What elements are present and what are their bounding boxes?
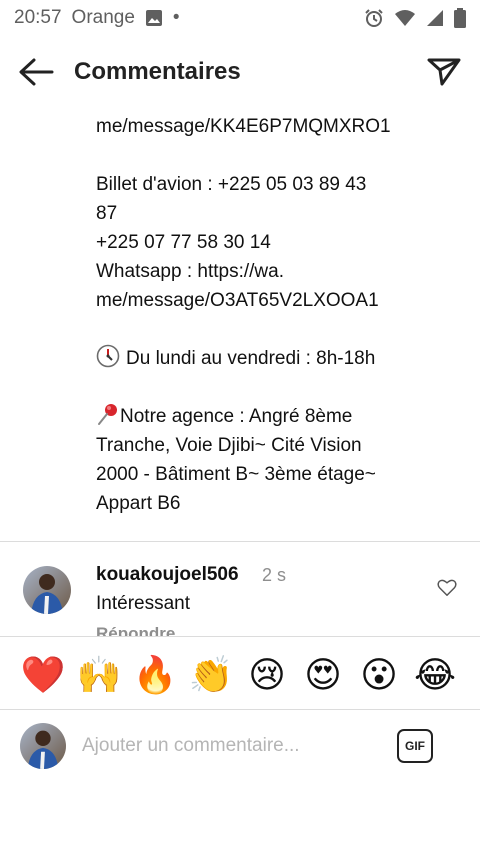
emoji-heart-button[interactable]: ❤️ (20, 652, 66, 698)
caption-line: Whatsapp : https://wa. (96, 261, 284, 282)
emoji-cry-button[interactable]: 😢 (244, 652, 290, 698)
reply-button[interactable]: Répondre (96, 624, 175, 636)
caption-line: 87 (96, 203, 118, 224)
avatar[interactable] (23, 566, 71, 614)
caption-hours-line: Du lundi au vendredi : 8h-18h (96, 344, 436, 373)
comment-text: Intéressant (96, 593, 190, 614)
caption-line: Appart B6 (96, 493, 181, 514)
status-bar: 20:57 Orange • (0, 0, 480, 36)
divider (0, 709, 480, 710)
emoji-raised-hands-button[interactable]: 🙌 (76, 652, 122, 698)
emoji-quick-bar: ❤️ 🙌 🔥 👏 😢 😍 😮 😂 (0, 652, 480, 702)
emoji-fire-button[interactable]: 🔥 (132, 652, 178, 698)
wifi-icon (394, 9, 416, 27)
caption-hours-text: Du lundi au vendredi : 8h-18h (126, 348, 376, 369)
caption-line: me/message/KK4E6P7MQMXRO1 (96, 116, 391, 137)
comment-composer: GIF (0, 711, 480, 781)
arrow-left-icon (19, 58, 54, 86)
divider (0, 636, 480, 637)
alarm-icon (364, 8, 384, 28)
clock-icon (96, 344, 120, 377)
comment-item: kouakoujoel506 2 s Intéressant Répondre (0, 562, 480, 636)
caption-line: me/message/O3AT65V2LXOOA1 (96, 290, 379, 311)
comment-input[interactable] (82, 729, 382, 763)
share-button[interactable] (424, 54, 464, 90)
status-carrier: Orange (71, 7, 135, 28)
comment-timestamp: 2 s (262, 565, 287, 585)
send-icon (427, 58, 461, 86)
avatar (20, 723, 66, 769)
caption-line: 2000 - Bâtiment B~ 3ème étage~ (96, 464, 376, 485)
status-time: 20:57 (14, 7, 62, 28)
emoji-heart-eyes-button[interactable]: 😍 (300, 652, 346, 698)
post-caption: me/message/KK4E6P7MQMXRO1 Billet d'avion… (96, 112, 436, 518)
comment-username[interactable]: kouakoujoel506 (96, 564, 239, 586)
divider (0, 541, 480, 542)
status-dot: • (172, 7, 180, 28)
like-button[interactable] (436, 576, 458, 598)
gif-button[interactable]: GIF (397, 729, 433, 763)
caption-line: +225 07 77 58 30 14 (96, 232, 271, 253)
caption-agency-text: Notre agence : Angré 8ème (120, 406, 353, 427)
emoji-surprised-button[interactable]: 😮 (356, 652, 402, 698)
emoji-clap-button[interactable]: 👏 (188, 652, 234, 698)
caption-line: Tranche, Voie Djibi~ Cité Vision (96, 435, 362, 456)
caption-line: Billet d'avion : +225 05 03 89 43 (96, 174, 367, 195)
heart-icon (437, 579, 457, 596)
signal-icon (426, 9, 444, 27)
image-icon (145, 9, 163, 27)
caption-agency-line: Notre agence : Angré 8ème (96, 402, 436, 431)
header-bar: Commentaires (0, 44, 480, 100)
battery-icon (454, 8, 466, 28)
back-button[interactable] (16, 54, 56, 90)
emoji-laugh-button[interactable]: 😂 (412, 652, 458, 698)
page-title: Commentaires (74, 58, 241, 85)
